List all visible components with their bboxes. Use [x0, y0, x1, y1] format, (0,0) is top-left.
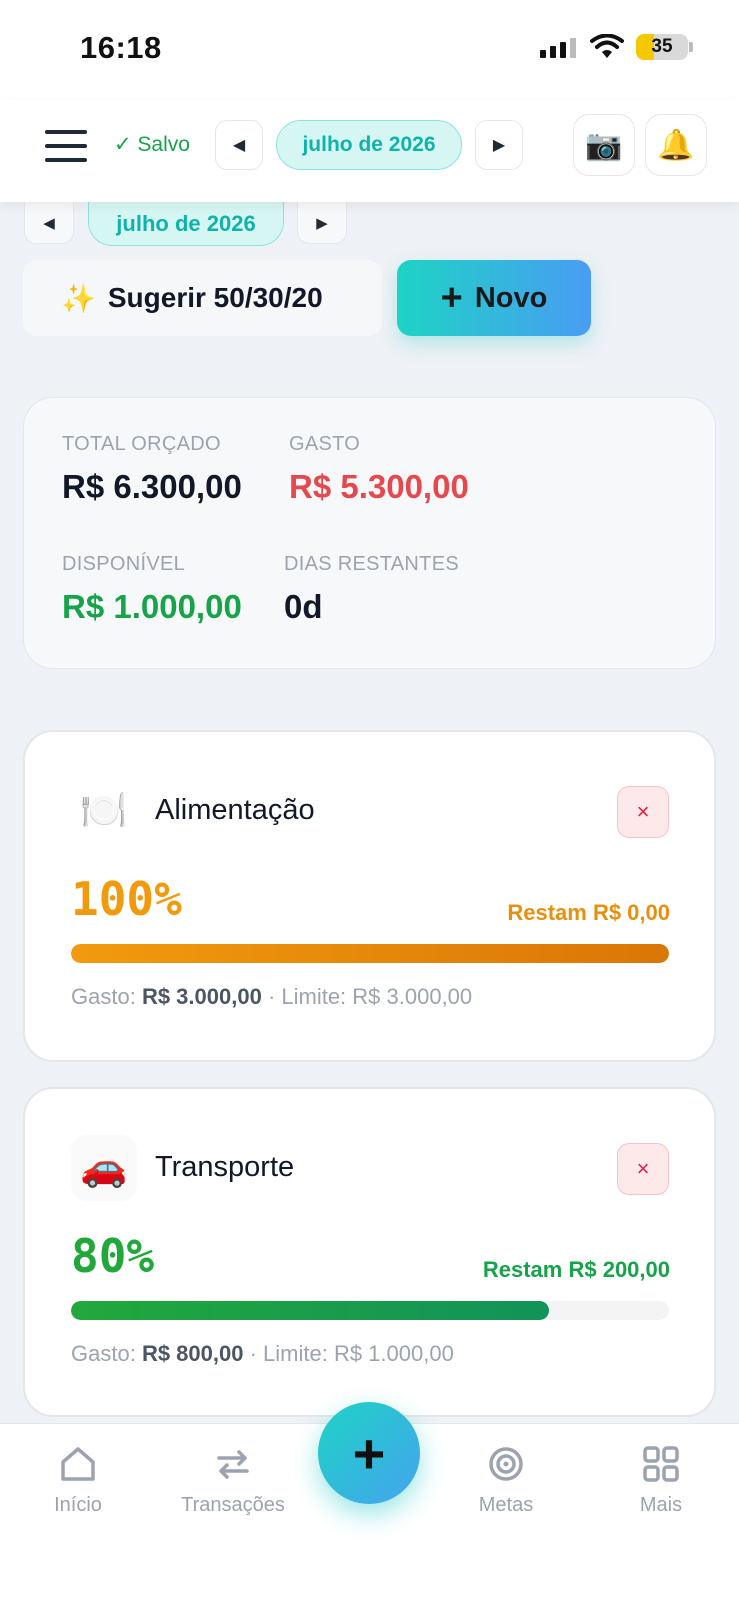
suggest-503020-button[interactable]: ✨ Sugerir 50/30/20 — [23, 260, 382, 336]
category-spent-value: R$ 800,00 — [141, 1341, 244, 1366]
grid-icon — [643, 1446, 679, 1482]
sub-next-month-button[interactable]: ▶ — [297, 202, 347, 244]
next-month-button[interactable]: ▶ — [475, 120, 523, 170]
nav-more[interactable]: Mais — [591, 1444, 731, 1517]
prev-month-button[interactable]: ◀ — [215, 120, 263, 170]
saved-status: ✓ Salvo — [114, 133, 190, 156]
category-limit: · Limite: R$ 3.000,00 — [267, 984, 473, 1009]
nav-transactions-label: Transações — [181, 1494, 285, 1516]
sparkles-icon: ✨ — [61, 282, 96, 314]
spent-prefix: Gasto: — [71, 1341, 136, 1366]
category-progress-track — [71, 1301, 669, 1320]
category-card-transport[interactable]: 🚗 Transporte × 80% Restam R$ 200,00 Gast… — [23, 1087, 716, 1417]
delete-category-button[interactable]: × — [617, 1143, 669, 1195]
category-percent: 80% — [71, 1229, 155, 1283]
sub-prev-month-button[interactable]: ◀ — [24, 202, 74, 244]
category-remaining: Restam R$ 0,00 — [507, 900, 670, 925]
total-budget-value: R$ 6.300,00 — [62, 468, 242, 505]
category-name: Transporte — [155, 1151, 295, 1183]
battery-level: 35 — [651, 36, 673, 57]
notifications-button[interactable]: 🔔 — [645, 114, 707, 176]
suggest-label: Sugerir 50/30/20 — [107, 282, 323, 313]
available-label: DISPONÍVEL — [62, 553, 186, 575]
category-remaining: Restam R$ 200,00 — [482, 1257, 670, 1282]
nav-transactions[interactable]: Transações — [163, 1444, 303, 1517]
category-spent-value: R$ 3.000,00 — [141, 984, 262, 1009]
days-remaining-value: 0d — [284, 588, 323, 625]
nav-home-label: Início — [54, 1494, 102, 1516]
nav-home[interactable]: Início — [8, 1444, 148, 1517]
status-time: 16:18 — [80, 30, 162, 65]
category-name: Alimentação — [155, 794, 315, 826]
wifi-icon — [590, 34, 624, 58]
add-transaction-fab[interactable]: + — [318, 1402, 420, 1504]
battery-icon: 35 — [636, 34, 688, 60]
nav-goals-label: Metas — [478, 1494, 534, 1516]
status-bar: 16:18 35 — [0, 0, 739, 100]
category-progress-bar — [71, 1301, 550, 1320]
spent-prefix: Gasto: — [71, 984, 136, 1009]
target-icon — [489, 1447, 523, 1481]
new-budget-button[interactable]: + Novo — [397, 260, 591, 336]
budget-summary-card: TOTAL ORÇADO R$ 6.300,00 GASTO R$ 5.300,… — [23, 397, 716, 669]
spent-value: R$ 5.300,00 — [289, 468, 469, 505]
food-icon: 🍽️ — [80, 790, 128, 832]
new-label: Novo — [474, 281, 548, 314]
category-meta: Gasto: R$ 800,00 · Limite: R$ 1.000,00 — [71, 1341, 454, 1367]
battery-cap — [689, 42, 693, 52]
delete-category-button[interactable]: × — [617, 786, 669, 838]
car-icon: 🚗 — [71, 1135, 137, 1201]
plus-icon: + — [440, 277, 463, 319]
category-meta: Gasto: R$ 3.000,00 · Limite: R$ 3.000,00 — [71, 984, 472, 1010]
category-progress-bar — [71, 944, 669, 963]
home-icon — [61, 1447, 95, 1481]
category-percent: 100% — [71, 872, 182, 926]
bell-icon: 🔔 — [657, 128, 695, 162]
sub-month-selector[interactable]: julho de 2026 — [88, 202, 284, 246]
spent-label: GASTO — [289, 433, 361, 455]
category-limit: · Limite: R$ 1.000,00 — [249, 1341, 454, 1366]
available-value: R$ 1.000,00 — [62, 588, 242, 625]
category-progress-track — [71, 944, 669, 963]
cellular-signal-icon — [540, 38, 576, 58]
nav-more-label: Mais — [639, 1494, 683, 1516]
nav-goals[interactable]: Metas — [436, 1444, 576, 1517]
camera-button[interactable]: 📷 — [573, 114, 635, 176]
transfer-icon — [217, 1450, 249, 1479]
top-header: ✓ Salvo ◀ julho de 2026 ▶ 📷 🔔 — [0, 100, 739, 202]
days-remaining-label: DIAS RESTANTES — [284, 553, 459, 575]
category-card-food[interactable]: 🍽️ Alimentação × 100% Restam R$ 0,00 Gas… — [23, 730, 716, 1062]
menu-icon[interactable] — [45, 130, 87, 162]
camera-icon: 📷 — [585, 128, 623, 162]
total-budget-label: TOTAL ORÇADO — [62, 433, 221, 455]
month-selector[interactable]: julho de 2026 — [276, 120, 462, 170]
